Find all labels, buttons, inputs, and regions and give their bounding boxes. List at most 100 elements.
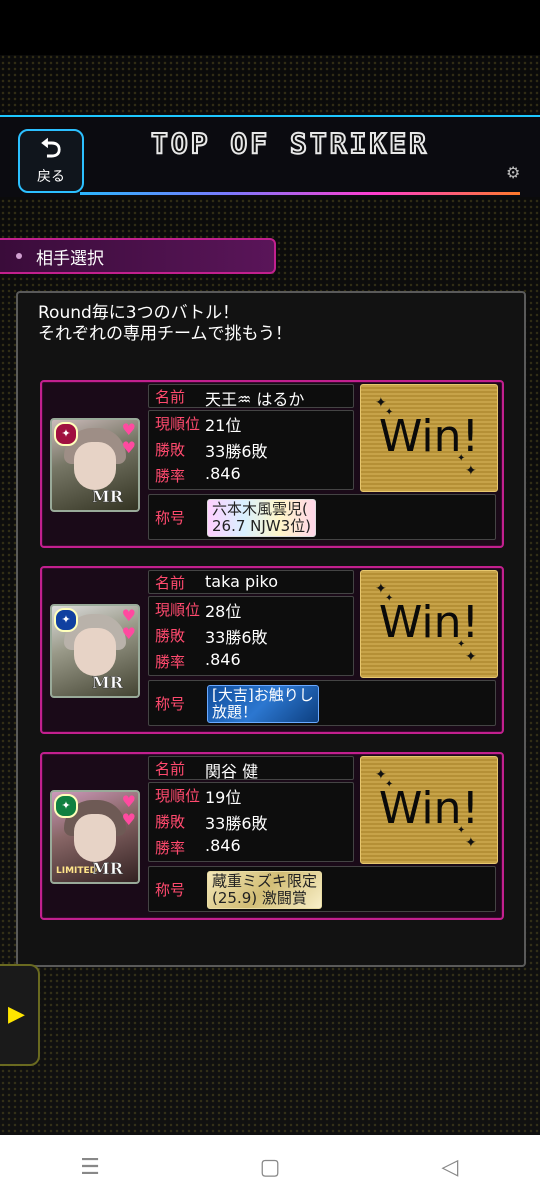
heart-icon: ♥ xyxy=(121,420,136,439)
name-row: 名前 関谷 健 xyxy=(148,756,354,781)
rank-label: 現順位 xyxy=(155,415,201,433)
title-label: 称号 xyxy=(155,881,186,899)
win-text: Win! xyxy=(378,411,480,462)
status-bar xyxy=(0,0,540,55)
win-rate-value: .846 xyxy=(205,464,241,483)
element-icon: ✦ xyxy=(54,422,78,446)
record-label: 勝敗 xyxy=(155,627,186,645)
portrait-face xyxy=(74,442,116,490)
side-expand-button[interactable]: ▶ xyxy=(0,964,40,1066)
record-value: 33勝6敗 xyxy=(205,442,268,461)
rank-value: 21位 xyxy=(205,416,242,435)
system-nav-bar: ☰ ▢ ◁ xyxy=(0,1135,540,1200)
rank-value: 28位 xyxy=(205,602,242,621)
sparkle-icon: ✦ xyxy=(457,825,466,836)
title-label: 称号 xyxy=(155,509,186,527)
rarity-badge: MR xyxy=(92,673,124,693)
header-bar: ⮌ 戻る TOP OF STRIKER ⚙ xyxy=(0,115,540,197)
limited-badge: LIMITED xyxy=(56,866,98,876)
gear-icon: ⚙ xyxy=(506,163,521,182)
win-rate-label: 勝率 xyxy=(155,467,186,485)
name-label: 名前 xyxy=(155,388,186,406)
title-badge-line-2: (25.9) 激闘賞 xyxy=(212,889,307,907)
header-accent-line xyxy=(80,192,520,195)
stats-box: 現順位 19位 勝敗 33勝6敗 勝率 .846 xyxy=(148,782,354,862)
play-arrow-icon: ▶ xyxy=(8,1002,25,1027)
title-badge: [大吉]お触りし 放題！ xyxy=(207,685,319,723)
title-badge: 六本木風雲児( 26.7 NJW3位) xyxy=(207,499,317,537)
opponent-portrait: ✦ ♥ ♥ MR xyxy=(50,604,140,698)
win-text: Win! xyxy=(378,597,480,648)
back-arrow-icon: ⮌ xyxy=(40,134,62,164)
sparkle-icon: ✦ xyxy=(465,463,477,479)
win-rate-label: 勝率 xyxy=(155,839,186,857)
heart-icon: ♥ xyxy=(121,606,136,625)
page-title: TOP OF STRIKER xyxy=(150,126,429,161)
heart-icon: ♥ xyxy=(121,438,136,457)
win-badge: ✦ ✦ Win! ✦ ✦ xyxy=(360,384,498,492)
title-badge-line-2: 放題！ xyxy=(212,703,258,721)
title-row: 称号 六本木風雲児( 26.7 NJW3位) xyxy=(148,494,496,540)
title-row: 称号 [大吉]お触りし 放題！ xyxy=(148,680,496,726)
section-header: 相手選択 xyxy=(0,238,276,274)
opponent-portrait: ✦ ♥ ♥ MR xyxy=(50,418,140,512)
element-icon: ✦ xyxy=(54,608,78,632)
heart-icon: ♥ xyxy=(121,810,136,829)
opponent-card[interactable]: ✦ ♥ ♥ MR 名前 taka piko 現順位 28位 勝敗 33勝6敗 勝… xyxy=(40,566,504,734)
opponent-name: taka piko xyxy=(205,572,279,591)
win-rate-label: 勝率 xyxy=(155,653,186,671)
intro-line-2: それぞれの専用チームで挑もう！ xyxy=(38,324,292,344)
section-dot-icon xyxy=(16,253,22,259)
element-icon: ✦ xyxy=(54,794,78,818)
portrait-face xyxy=(74,628,116,676)
title-badge: 蔵重ミズキ限定 (25.9) 激闘賞 xyxy=(207,871,323,909)
record-value: 33勝6敗 xyxy=(205,628,268,647)
win-rate-value: .846 xyxy=(205,650,241,669)
intro-text: Round毎に3つのバトル！ それぞれの専用チームで挑もう！ xyxy=(38,303,292,345)
stats-box: 現順位 21位 勝敗 33勝6敗 勝率 .846 xyxy=(148,410,354,490)
opponent-card[interactable]: ✦ ♥ ♥ LIMITED MR 名前 関谷 健 現順位 19位 勝敗 33勝6… xyxy=(40,752,504,920)
record-label: 勝敗 xyxy=(155,441,186,459)
back-button-label: 戻る xyxy=(37,169,65,185)
portrait-face xyxy=(74,814,116,862)
name-row: 名前 天王♒ はるか xyxy=(148,384,354,409)
record-value: 33勝6敗 xyxy=(205,814,268,833)
opponent-panel: Round毎に3つのバトル！ それぞれの専用チームで挑もう！ ✦ ♥ ♥ MR … xyxy=(16,291,526,967)
name-label: 名前 xyxy=(155,574,186,592)
back-nav-icon[interactable]: ◁ xyxy=(420,1155,480,1180)
back-button[interactable]: ⮌ 戻る xyxy=(18,129,84,193)
opponent-name: 天王♒ はるか xyxy=(205,390,305,409)
name-label: 名前 xyxy=(155,760,186,778)
title-badge-line-2: 26.7 NJW3位) xyxy=(212,517,312,535)
opponent-portrait: ✦ ♥ ♥ LIMITED MR xyxy=(50,790,140,884)
name-row: 名前 taka piko xyxy=(148,570,354,594)
heart-icon: ♥ xyxy=(121,624,136,643)
heart-icon: ♥ xyxy=(121,792,136,811)
recent-apps-icon[interactable]: ☰ xyxy=(60,1155,120,1180)
title-row: 称号 蔵重ミズキ限定 (25.9) 激闘賞 xyxy=(148,866,496,912)
record-label: 勝敗 xyxy=(155,813,186,831)
win-badge: ✦ ✦ Win! ✦ ✦ xyxy=(360,756,498,864)
rank-value: 19位 xyxy=(205,788,242,807)
stats-box: 現順位 28位 勝敗 33勝6敗 勝率 .846 xyxy=(148,596,354,676)
title-badge-line-1: 蔵重ミズキ限定 xyxy=(212,872,318,890)
win-rate-value: .846 xyxy=(205,836,241,855)
rarity-badge: MR xyxy=(92,487,124,507)
home-icon[interactable]: ▢ xyxy=(240,1155,300,1180)
rarity-badge: MR xyxy=(92,859,124,879)
intro-line-1: Round毎に3つのバトル！ xyxy=(38,303,240,323)
sparkle-icon: ✦ xyxy=(457,639,466,650)
sparkle-icon: ✦ xyxy=(457,453,466,464)
rank-label: 現順位 xyxy=(155,601,201,619)
title-label: 称号 xyxy=(155,695,186,713)
sparkle-icon: ✦ xyxy=(465,835,477,851)
sparkle-icon: ✦ xyxy=(465,649,477,665)
opponent-card[interactable]: ✦ ♥ ♥ MR 名前 天王♒ はるか 現順位 21位 勝敗 33勝6敗 勝率 … xyxy=(40,380,504,548)
title-badge-line-1: 六本木風雲児( xyxy=(212,500,308,518)
title-badge-line-1: [大吉]お触りし xyxy=(212,686,314,704)
rank-label: 現順位 xyxy=(155,787,201,805)
win-badge: ✦ ✦ Win! ✦ ✦ xyxy=(360,570,498,678)
section-label: 相手選択 xyxy=(36,248,104,269)
opponent-name: 関谷 健 xyxy=(205,762,259,781)
win-text: Win! xyxy=(378,783,480,834)
